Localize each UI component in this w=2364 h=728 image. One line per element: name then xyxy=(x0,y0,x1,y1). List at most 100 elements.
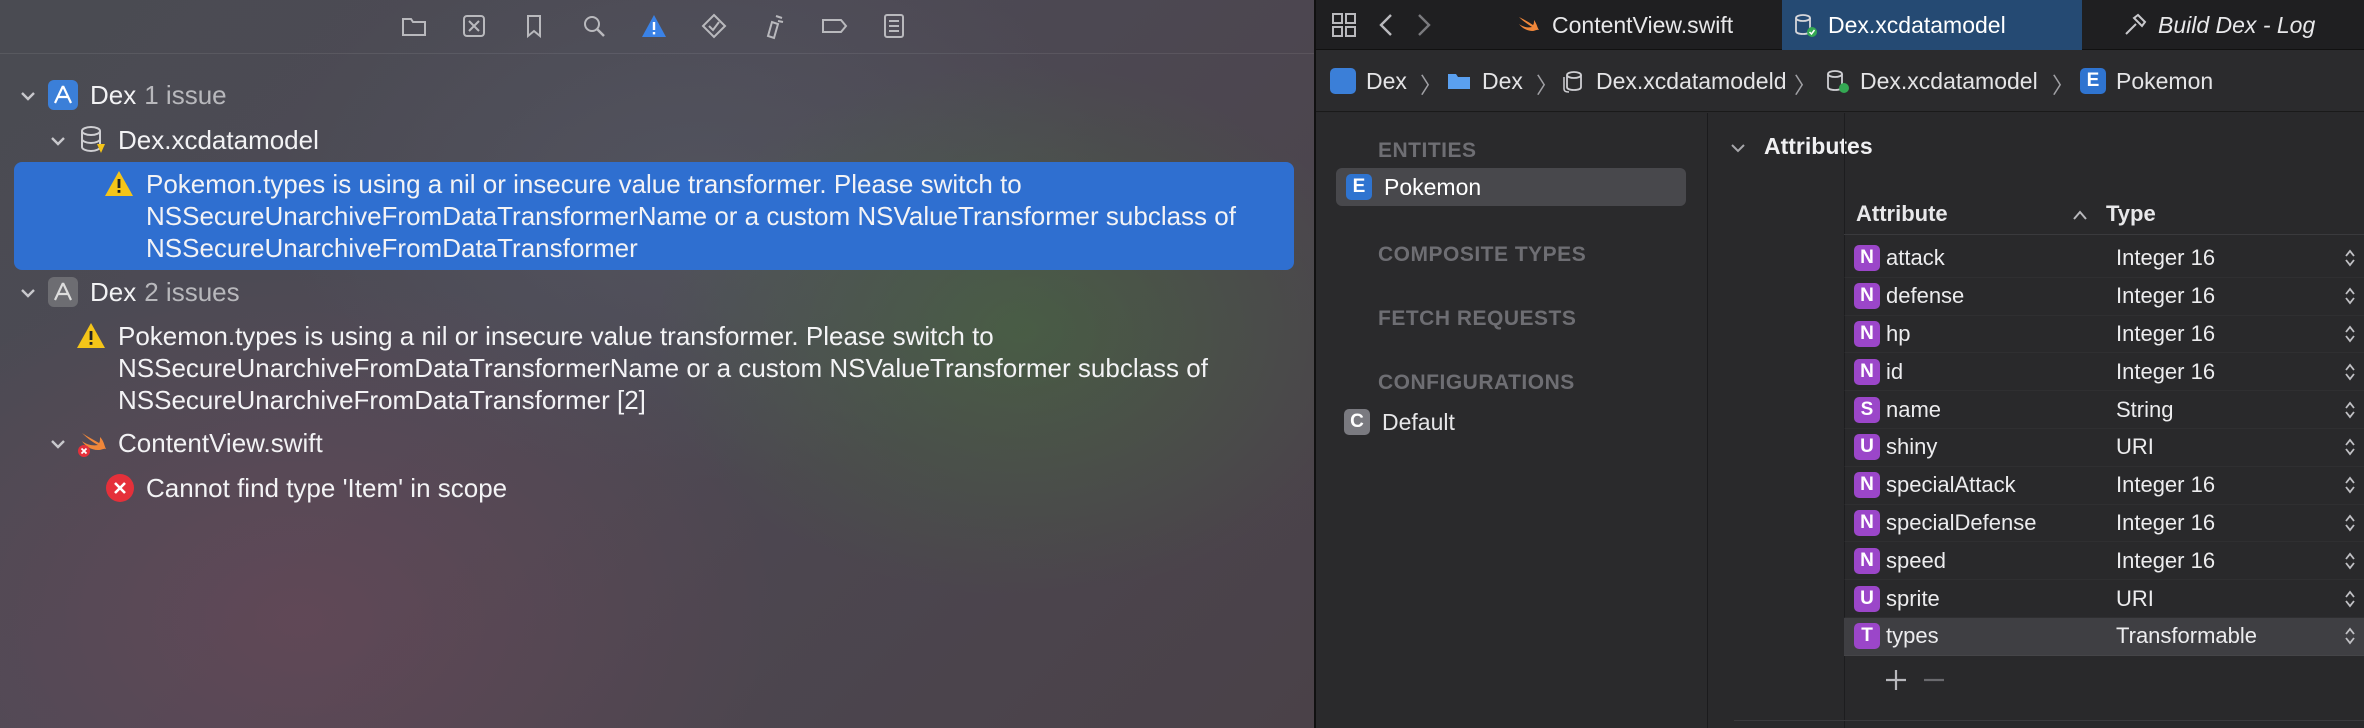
type-stepper-icon[interactable] xyxy=(2344,324,2356,344)
bookmark-icon[interactable] xyxy=(518,10,550,42)
sort-ascending-icon[interactable] xyxy=(2072,209,2088,221)
attribute-badge: T xyxy=(1854,623,1880,650)
fetch-requests-header: FETCH REQUESTS xyxy=(1378,307,1577,330)
attributes-section-title[interactable]: Attributes xyxy=(1764,133,1873,160)
table-row[interactable]: Nhp Integer 16 xyxy=(1844,316,2364,354)
issue-group-header[interactable]: Dex 2 issues xyxy=(90,276,240,308)
attribute-name: speed xyxy=(1886,547,1946,573)
remove-attribute-button[interactable] xyxy=(1919,665,1949,695)
folder-icon[interactable] xyxy=(398,10,430,42)
source-control-icon[interactable] xyxy=(458,10,490,42)
type-stepper-icon[interactable] xyxy=(2344,551,2356,571)
chevron-down-icon[interactable] xyxy=(48,131,68,151)
attribute-type[interactable]: Integer 16 xyxy=(2116,548,2215,574)
attribute-name: id xyxy=(1886,358,1904,384)
test-icon[interactable] xyxy=(698,10,730,42)
attribute-type[interactable]: Integer 16 xyxy=(2116,359,2215,385)
type-stepper-icon[interactable] xyxy=(2344,286,2356,306)
attribute-type[interactable]: URI xyxy=(2116,434,2154,460)
type-stepper-icon[interactable] xyxy=(2344,626,2356,646)
error-message[interactable]: Cannot find type 'Item' in scope xyxy=(146,472,507,504)
tab-label: ContentView.swift xyxy=(1552,11,1734,38)
issue-file-row[interactable]: ContentView.swift xyxy=(118,427,323,459)
attribute-name: hp xyxy=(1886,320,1911,346)
table-row[interactable]: Nid Integer 16 xyxy=(1844,353,2364,391)
composite-types-header: COMPOSITE TYPES xyxy=(1378,243,1587,266)
attribute-badge: N xyxy=(1854,547,1880,574)
table-row[interactable]: Ndefense Integer 16 xyxy=(1844,278,2364,316)
attribute-type[interactable]: Integer 16 xyxy=(2116,245,2215,271)
type-stepper-icon[interactable] xyxy=(2344,437,2356,457)
type-stepper-icon[interactable] xyxy=(2344,248,2356,268)
configuration-badge: C xyxy=(1344,409,1370,435)
file-name: Dex.xcdatamodel xyxy=(118,125,319,155)
attribute-type[interactable]: URI xyxy=(2116,586,2154,612)
attribute-name: attack xyxy=(1886,245,1945,271)
column-attribute[interactable]: Attribute xyxy=(1856,201,1948,227)
table-row[interactable]: Sname String xyxy=(1844,391,2364,429)
configurations-header: CONFIGURATIONS xyxy=(1378,371,1575,394)
report-icon[interactable] xyxy=(878,10,910,42)
table-row[interactable]: Usprite URI xyxy=(1844,580,2364,618)
tab-datamodel[interactable]: Dex.xcdatamodel xyxy=(1782,0,2082,50)
attribute-type[interactable]: Integer 16 xyxy=(2116,510,2215,536)
tab-label: Dex.xcdatamodel xyxy=(1828,11,2006,38)
breadcrumb-separator: 〉 xyxy=(1536,73,1559,98)
attribute-type[interactable]: Transformable xyxy=(2116,623,2257,649)
datamodel-icon xyxy=(1795,14,1817,37)
attribute-name: types xyxy=(1886,623,1939,649)
breadcrumb-entity[interactable]: E Pokemon xyxy=(2080,66,2213,96)
table-row[interactable]: NspecialDefense Integer 16 xyxy=(1844,505,2364,543)
app-icon xyxy=(48,80,78,110)
chevron-down-icon[interactable] xyxy=(48,434,68,454)
breadcrumb-folder[interactable]: Dex xyxy=(1446,66,1523,96)
breadcrumb-separator: 〉 xyxy=(1420,73,1443,98)
table-row[interactable]: Nattack Integer 16 xyxy=(1844,240,2364,278)
tab-build-log[interactable]: Build Dex - Log xyxy=(2112,0,2364,50)
configuration-default[interactable]: C Default xyxy=(1344,403,1455,441)
table-row[interactable]: Ushiny URI xyxy=(1844,429,2364,467)
table-row[interactable]: NspecialAttack Integer 16 xyxy=(1844,467,2364,505)
breadcrumb-xcdatamodeld[interactable]: Dex.xcdatamodeld xyxy=(1560,66,1787,96)
warning-icon[interactable] xyxy=(638,10,670,42)
model-outline: ENTITIES E Pokemon COMPOSITE TYPES FETCH… xyxy=(1316,113,1708,728)
add-attribute-button[interactable] xyxy=(1881,665,1911,695)
search-icon[interactable] xyxy=(578,10,610,42)
breakpoint-icon[interactable] xyxy=(818,10,850,42)
type-stepper-icon[interactable] xyxy=(2344,475,2356,495)
chevron-down-icon[interactable] xyxy=(18,283,38,303)
attribute-badge: N xyxy=(1854,245,1880,272)
issue-file-row[interactable]: Dex.xcdatamodel xyxy=(118,124,319,156)
issue-group-header[interactable]: Dex 1 issue xyxy=(90,79,227,111)
attribute-type[interactable]: Integer 16 xyxy=(2116,283,2215,309)
tab-contentview[interactable]: ContentView.swift xyxy=(1506,0,1766,50)
issue-line: NSSecureUnarchiveFromDataTransformer [2] xyxy=(118,385,646,415)
breadcrumb-xcdatamodel[interactable]: Dex.xcdatamodel xyxy=(1824,66,2038,96)
table-row-selected[interactable]: Ttypes Transformable xyxy=(1844,617,2364,656)
chevron-down-icon[interactable] xyxy=(18,86,38,106)
column-type[interactable]: Type xyxy=(2106,201,2156,227)
breadcrumb-project[interactable]: Dex xyxy=(1330,66,1407,96)
attribute-type[interactable]: Integer 16 xyxy=(2116,321,2215,347)
hammer-icon xyxy=(2125,13,2147,35)
type-stepper-icon[interactable] xyxy=(2344,400,2356,420)
back-icon[interactable] xyxy=(1376,12,1398,38)
issue-message: Pokemon.types is using a nil or insecure… xyxy=(146,168,1236,264)
entity-label: Pokemon xyxy=(1384,173,1482,200)
tab-bar: ContentView.swift Dex.xcdatamodel Build … xyxy=(1316,0,2364,50)
debug-icon[interactable] xyxy=(758,10,790,42)
grid-icon[interactable] xyxy=(1330,11,1358,39)
breadcrumb-label: Dex.xcdatamodeld xyxy=(1596,67,1787,94)
chevron-down-icon[interactable] xyxy=(1729,139,1747,157)
type-stepper-icon[interactable] xyxy=(2344,362,2356,382)
table-row[interactable]: Nspeed Integer 16 xyxy=(1844,542,2364,580)
group-title: Dex xyxy=(90,277,137,307)
forward-icon[interactable] xyxy=(1412,12,1434,38)
type-stepper-icon[interactable] xyxy=(2344,513,2356,533)
attribute-type[interactable]: Integer 16 xyxy=(2116,472,2215,498)
entity-pokemon[interactable]: E Pokemon xyxy=(1336,168,1686,206)
attribute-type[interactable]: String xyxy=(2116,397,2173,423)
issue-message[interactable]: Pokemon.types is using a nil or insecure… xyxy=(118,320,1208,416)
type-stepper-icon[interactable] xyxy=(2344,589,2356,609)
group-title: Dex xyxy=(90,80,137,110)
